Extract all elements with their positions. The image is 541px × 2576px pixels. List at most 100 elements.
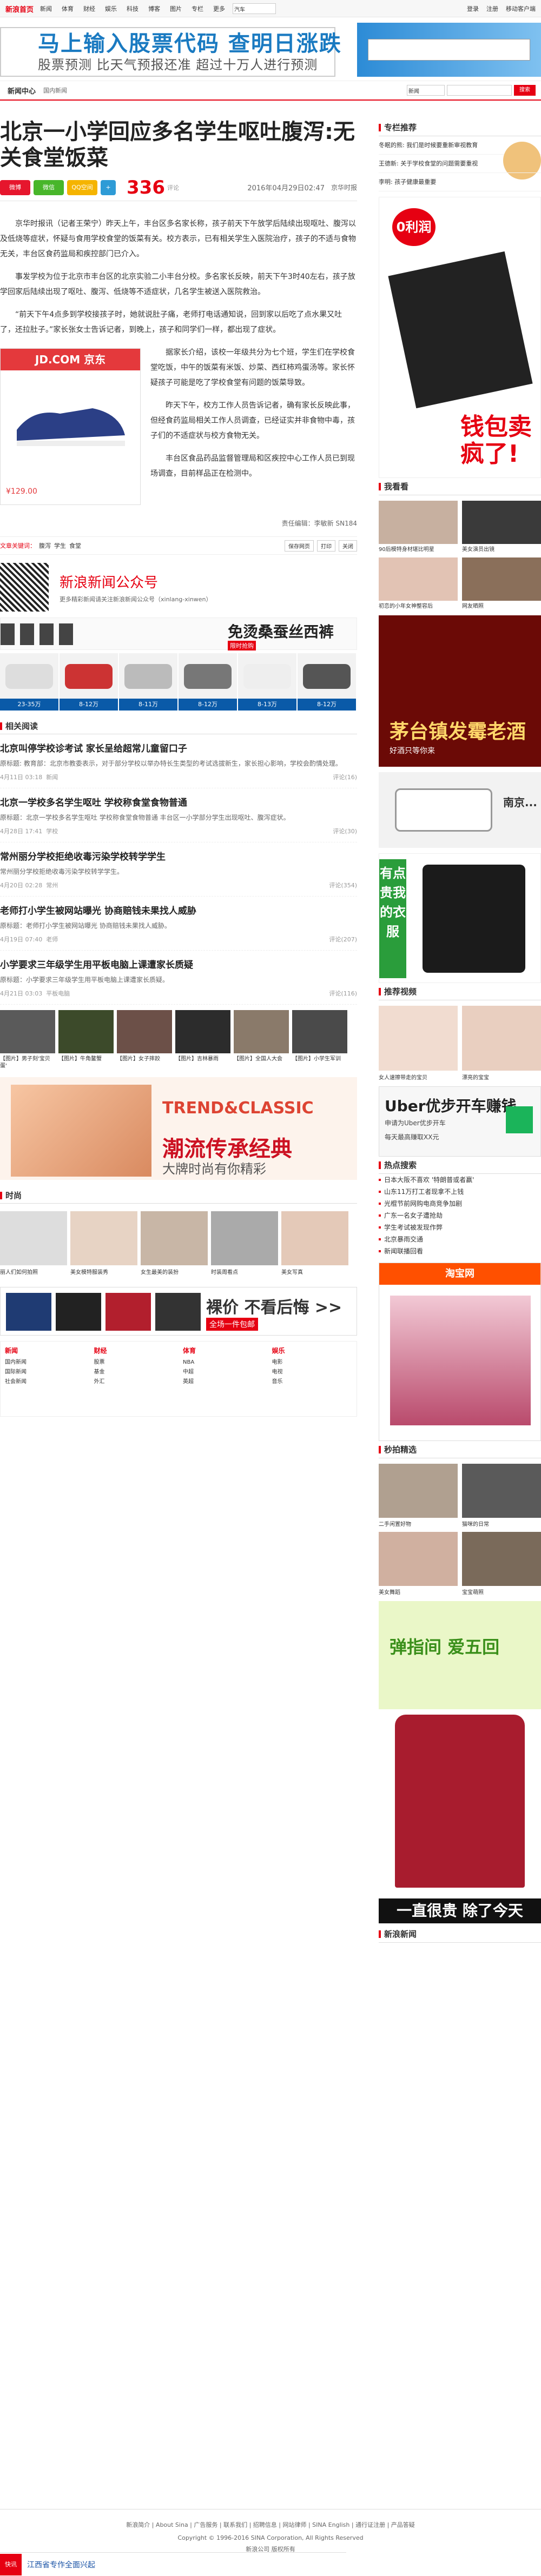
watch-item[interactable]: 初恋的小年女神整容后	[379, 557, 458, 610]
related-item-cat[interactable]: 老师	[46, 935, 58, 944]
car-ad-item[interactable]: 8-12万	[298, 653, 356, 711]
article-source[interactable]: 京华时报	[331, 183, 357, 192]
close-button[interactable]: 关闭	[339, 540, 357, 552]
register-link[interactable]: 注册	[486, 4, 498, 13]
related-item[interactable]: 老师打小学生被网站曝光 协商赔钱未果找人威胁 原标题：老师打小学生被网站曝光 协…	[0, 897, 357, 951]
hot-item[interactable]: 光棍节前网购电商竞争加剧	[379, 1198, 541, 1210]
watch-item[interactable]: 90后模特身材堪比明星	[379, 501, 458, 553]
related-item-cat[interactable]: 学校	[46, 827, 58, 835]
link-item[interactable]: 基金	[94, 1367, 175, 1377]
column-item[interactable]: 冬眠的熊: 我们是时候要重新审视教育	[379, 136, 541, 180]
small-item[interactable]: 二手闲置好物	[379, 1464, 458, 1528]
tag-link[interactable]: 食堂	[69, 541, 81, 550]
hot-item[interactable]: 山东11万打工者现拿不上钱	[379, 1186, 541, 1198]
link-item[interactable]: 英超	[183, 1377, 263, 1387]
stock-code-input[interactable]	[368, 39, 530, 61]
top-ad-banner[interactable]: 马上输入股票代码 查明日涨跌 股票预测 比天气预报还准 超过十万人进行预测	[0, 17, 541, 81]
link-column-title[interactable]: 新闻	[5, 1346, 85, 1356]
hot-item[interactable]: 日本大阪不喜欢 '特朗普或者赢'	[379, 1174, 541, 1186]
tag-link[interactable]: 学生	[54, 541, 66, 550]
save-page-button[interactable]: 保存网页	[285, 540, 314, 552]
nav-link[interactable]: 专栏	[192, 4, 203, 13]
link-item[interactable]: 音乐	[272, 1377, 353, 1387]
uber-ad[interactable]: Uber优步开车赚钱 申请为Uber优步开车 每天最高赚取XX元	[379, 1086, 541, 1157]
nav-link[interactable]: 新闻	[40, 4, 52, 13]
hot-item[interactable]: 北京暴雨交通	[379, 1233, 541, 1245]
link-item[interactable]: 社会新闻	[5, 1377, 85, 1387]
link-item[interactable]: 电影	[272, 1358, 353, 1367]
link-column-title[interactable]: 体育	[183, 1346, 263, 1356]
fashion-banner-ad[interactable]: TREND&CLASSIC 潮流传承经典 大牌时尚有你精彩	[0, 1077, 357, 1180]
sina-home-link[interactable]: 新浪首页	[5, 4, 34, 14]
nav-link[interactable]: 科技	[127, 4, 138, 13]
related-item[interactable]: 小学要求三年级学生用平板电脑上课遭家长质疑 原标题：小学要求三年级学生用平板电脑…	[0, 951, 357, 1005]
link-column-title[interactable]: 财经	[94, 1346, 175, 1356]
car-ad-item[interactable]: 8-12万	[60, 653, 118, 711]
jd-shoe-ad[interactable]: JD.COM 京东 ¥129.00	[0, 348, 141, 505]
related-item-comments[interactable]: 评论(16)	[333, 773, 357, 781]
comment-count-label[interactable]: 评论	[167, 183, 179, 192]
share-wechat-button[interactable]: 微信	[34, 180, 64, 195]
small-item[interactable]: 猫咪的日常	[462, 1464, 541, 1528]
related-item-title[interactable]: 常州丽分学校拒绝收毒污染学校转学学生	[0, 849, 357, 862]
car-ad-item[interactable]: 23-35万	[0, 653, 58, 711]
news-center-logo[interactable]: 新闻中心	[5, 85, 36, 96]
tag-link[interactable]: 腹泻	[39, 541, 51, 550]
login-link[interactable]: 登录	[467, 4, 479, 13]
hot-item[interactable]: 广东一名女子遭抢劫	[379, 1210, 541, 1221]
link-item[interactable]: 中超	[183, 1367, 263, 1377]
related-item-cat[interactable]: 新闻	[46, 773, 58, 781]
link-column-title[interactable]: 娱乐	[272, 1346, 353, 1356]
related-item-title[interactable]: 北京一学校多名学生呕吐 学校称食堂食物普通	[0, 795, 357, 808]
link-item[interactable]: 电视	[272, 1367, 353, 1377]
nav-link[interactable]: 博客	[148, 4, 160, 13]
car-ad-item[interactable]: 8-12万	[179, 653, 237, 711]
nav-link[interactable]: 更多	[213, 4, 225, 13]
car-ad-item[interactable]: 8-13万	[238, 653, 296, 711]
related-item-comments[interactable]: 评论(354)	[329, 881, 357, 889]
top-search-input[interactable]: 汽车	[233, 3, 276, 14]
hot-item[interactable]: 学生考试被发现作弊	[379, 1221, 541, 1233]
fashion-item[interactable]: 丽人们如何拍照	[0, 1211, 67, 1282]
hot-item[interactable]: 新闻联播回看	[379, 1245, 541, 1257]
photo-item[interactable]: 【图片】女子摔跤	[117, 1010, 172, 1070]
related-item-cat[interactable]: 平板电脑	[46, 989, 70, 998]
nav-link[interactable]: 财经	[83, 4, 95, 13]
fashion-item[interactable]: 美女模特服装秀	[70, 1211, 137, 1282]
nav-link[interactable]: 图片	[170, 4, 182, 13]
breadcrumb[interactable]: 国内新闻	[43, 86, 67, 95]
channel-search-button[interactable]: 搜索	[514, 85, 536, 96]
related-item-comments[interactable]: 评论(116)	[329, 989, 357, 998]
watch-item[interactable]: 网友晒照	[462, 557, 541, 610]
photo-item[interactable]: 【图片】吉林暴雨	[175, 1010, 230, 1070]
fashion-item[interactable]: 美女写真	[281, 1211, 348, 1282]
column-item[interactable]: 李明: 孩子健康最重要	[379, 173, 541, 191]
bottom-news-bar[interactable]: 快讯 江西省专作全面兴起	[0, 2552, 346, 2576]
photo-item[interactable]: 【图片】牛角鳌蟹	[58, 1010, 114, 1070]
car-side-ad[interactable]: 南京...	[379, 772, 541, 848]
mobile-client-link[interactable]: 移动客户端	[506, 4, 536, 13]
recommend-item[interactable]: 女人速擦带走的宝贝	[379, 1006, 458, 1081]
nav-link[interactable]: 娱乐	[105, 4, 117, 13]
related-item[interactable]: 北京一学校多名学生呕吐 学校称食堂食物普通 原标题：北京一学校多名学生呕吐 学校…	[0, 788, 357, 842]
big-shirt-ad[interactable]: 一直很贵 除了今天	[379, 1715, 541, 1926]
small-item[interactable]: 宝宝萌照	[462, 1532, 541, 1596]
related-item[interactable]: 常州丽分学校拒绝收毒污染学校转学学生 常州丽分学校拒绝收毒污染学校转学学生。 4…	[0, 842, 357, 897]
link-item[interactable]: 国内新闻	[5, 1358, 85, 1367]
game-ad[interactable]: 弹指间 爱五回	[379, 1601, 541, 1709]
footer-links[interactable]: 新浪简介 | About Sina | 广告服务 | 联系我们 | 招聘信息 |…	[0, 2520, 541, 2529]
small-item[interactable]: 美女舞蹈	[379, 1532, 458, 1596]
share-qzone-button[interactable]: QQ空间	[67, 180, 97, 195]
related-item[interactable]: 北京叫停学校诊考试 家长呈给超常儿童留口子 原标题: 教育部：北京市教委表示，对…	[0, 734, 357, 788]
fashion-item[interactable]: 女生最美的装扮	[141, 1211, 208, 1282]
comment-count[interactable]: 336	[127, 177, 165, 198]
link-item[interactable]: 国际新闻	[5, 1367, 85, 1377]
print-button[interactable]: 打印	[317, 540, 335, 552]
link-item[interactable]: 股票	[94, 1358, 175, 1367]
wallet-ad[interactable]: 0利润 钱包卖疯了!	[379, 197, 541, 478]
link-item[interactable]: NBA	[183, 1358, 263, 1367]
related-item-title[interactable]: 老师打小学生被网站曝光 协商赔钱未果找人威胁	[0, 903, 357, 917]
photo-item[interactable]: 【图片】小学生军训	[292, 1010, 347, 1070]
search-category-select[interactable]: 新闻	[407, 85, 445, 96]
bottom-bar-text[interactable]: 江西省专作全面兴起	[27, 2559, 95, 2570]
